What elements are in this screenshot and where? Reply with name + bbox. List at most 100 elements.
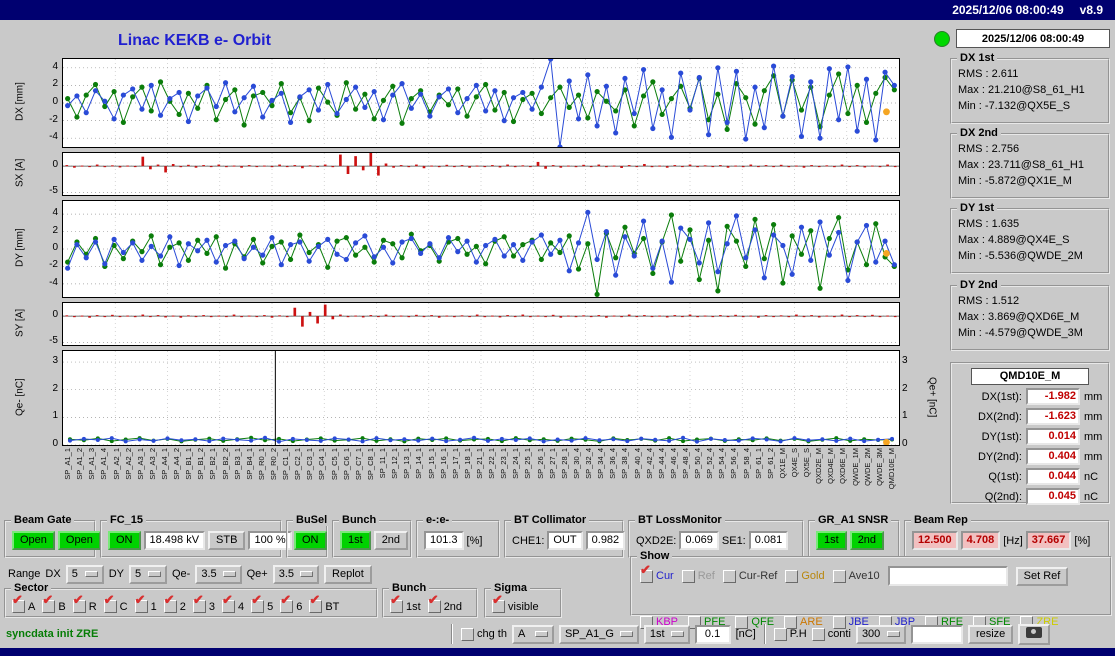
titlebar: 2025/12/06 08:00:49 v8.9 — [0, 0, 1115, 20]
bpm-label: SP_A2_1 — [113, 448, 121, 480]
check-icon: ✔ — [492, 593, 503, 606]
qe-minus-axis-ticks: 3210 — [34, 350, 60, 444]
gr-a1-1st-button[interactable]: 1st — [816, 531, 847, 550]
set-ref-button[interactable]: Set Ref — [1016, 567, 1069, 586]
che1-status-display: OUT — [547, 531, 582, 550]
sector-3-checkbox[interactable]: ✔ — [193, 600, 206, 613]
sector-c: ✔C — [104, 600, 128, 613]
bpm-label: SP_A1_4 — [100, 448, 108, 480]
bpm-label: SP_C8_1 — [367, 448, 375, 480]
bpm-row-dy2: DY(2nd): 0.404 mm — [956, 448, 1104, 465]
sector-6-checkbox[interactable]: ✔ — [280, 600, 293, 613]
show-cur: ✔Cur — [640, 570, 674, 583]
sector-4-checkbox[interactable]: ✔ — [222, 600, 235, 613]
fc15-stb-button[interactable]: STB — [208, 531, 245, 550]
sector-r-checkbox[interactable]: ✔ — [73, 600, 86, 613]
conti-checkbox[interactable] — [812, 628, 825, 641]
show-ref-checkbox[interactable] — [682, 570, 695, 583]
bpm-label: QWDE_1M — [852, 448, 860, 486]
bunch-2nd-button[interactable]: 2nd — [374, 531, 408, 550]
ref-name-input[interactable] — [888, 566, 1008, 586]
dx-2nd-max: Max : 23.711@S8_61_H1 — [958, 157, 1105, 173]
check-icon: ✔ — [309, 593, 320, 606]
fc15-on-button[interactable]: ON — [108, 531, 141, 550]
bpm-label: SP_12_1 — [391, 448, 399, 479]
bunch-1st-button[interactable]: 1st — [340, 531, 371, 550]
bpm-dy1-value: 0.014 — [1026, 428, 1080, 445]
ph-checkbox[interactable] — [774, 628, 787, 641]
sector-bt-checkbox[interactable]: ✔ — [309, 600, 322, 613]
che1-value-display: 0.982 — [586, 531, 626, 550]
ee-ratio-display: 101.3 — [424, 531, 464, 550]
sector-b-checkbox[interactable]: ✔ — [42, 600, 55, 613]
resize-button[interactable]: resize — [968, 625, 1013, 644]
gr-a1-2nd-button[interactable]: 2nd — [850, 531, 884, 550]
bpm-label: SP_R0_1 — [258, 448, 266, 480]
bpm-q1-value: 0.044 — [1026, 468, 1080, 485]
charge-plot[interactable] — [62, 350, 900, 446]
dx-1st-rms: RMS : 2.611 — [958, 66, 1105, 82]
show-cur-ref-checkbox[interactable] — [723, 570, 736, 583]
beam-rep-value-1: 12.500 — [912, 531, 958, 550]
plot-sy-canvas — [63, 303, 899, 345]
sector-2-checkbox[interactable]: ✔ — [164, 600, 177, 613]
page-title: Linac KEKB e- Orbit — [118, 32, 271, 50]
sector-select[interactable]: A — [512, 625, 554, 644]
bpm-label: SP_A1_1 — [64, 448, 72, 480]
bunch-select[interactable]: 1st — [644, 625, 690, 644]
dy-orbit-plot[interactable] — [62, 200, 900, 298]
screenshot-button[interactable] — [1018, 624, 1050, 645]
conti-label: conti — [828, 628, 851, 640]
orbit-monitor-window: 2025/12/06 08:00:49 v8.9 Linac KEKB e- O… — [0, 0, 1115, 656]
bpm-label: SP_13_1 — [403, 448, 411, 479]
show-gold-label: Gold — [801, 570, 824, 582]
interval-select[interactable]: 300 — [856, 625, 906, 644]
sx-steering-plot[interactable] — [62, 152, 900, 196]
bpm-label: SP_C3_1 — [306, 448, 314, 480]
dropdown-handle-icon — [535, 631, 548, 637]
check-icon: ✔ — [390, 593, 401, 606]
sy-steering-plot[interactable] — [62, 302, 900, 346]
busel-on-button[interactable]: ON — [294, 531, 327, 550]
range-dx-select[interactable]: 5 — [66, 565, 104, 584]
bunch-filter-1st-checkbox[interactable]: ✔ — [390, 600, 403, 613]
check-icon: ✔ — [42, 593, 53, 606]
bpm-label: SP_42_4 — [646, 448, 654, 479]
show-ave10-checkbox[interactable] — [833, 570, 846, 583]
check-icon: ✔ — [73, 593, 84, 606]
timestamp-box: 2025/12/06 08:00:49 — [956, 29, 1110, 48]
bpm-label: SP_B2_1 — [209, 448, 217, 480]
sector-a-checkbox[interactable]: ✔ — [12, 600, 25, 613]
replot-button[interactable]: Replot — [324, 565, 372, 584]
show-gold-checkbox[interactable] — [785, 570, 798, 583]
beam-gate-open-button-2[interactable]: Open — [58, 531, 101, 550]
range-dy-select[interactable]: 5 — [129, 565, 167, 584]
bunch-filter-2nd-checkbox[interactable]: ✔ — [428, 600, 441, 613]
bpm-label: SP_C1_1 — [282, 448, 290, 480]
sigma-visible-checkbox[interactable]: ✔ — [492, 600, 505, 613]
chg-th-checkbox[interactable] — [461, 628, 474, 641]
sector-5-checkbox[interactable]: ✔ — [251, 600, 264, 613]
show-cur-checkbox[interactable]: ✔ — [640, 570, 653, 583]
sector-2-label: 2 — [180, 601, 186, 613]
range-qem-select[interactable]: 3.5 — [195, 565, 241, 584]
se1-label: SE1: — [722, 535, 746, 547]
sector-bt-label: BT — [325, 601, 339, 613]
selected-bpm-name: QMD10E_M — [971, 368, 1089, 385]
separator — [764, 624, 766, 644]
sector-1-checkbox[interactable]: ✔ — [135, 600, 148, 613]
dy-1st-max: Max : 4.889@QX4E_S — [958, 232, 1105, 248]
dx-axis-ticks: 420-2-4 — [34, 58, 60, 146]
sy-axis-ticks: 0-5 — [34, 302, 60, 344]
bpm-label: SP_40_4 — [634, 448, 642, 479]
sector-b-label: B — [58, 601, 65, 613]
dy-2nd-min: Min : -4.579@QWDE_3M — [958, 325, 1105, 341]
sector-c-checkbox[interactable]: ✔ — [104, 600, 117, 613]
tick-label: -4 — [32, 277, 58, 289]
se1-display: 0.081 — [749, 531, 789, 550]
dx-orbit-plot[interactable] — [62, 58, 900, 148]
bpm-select[interactable]: SP_A1_G — [559, 625, 639, 644]
range-qep-select[interactable]: 3.5 — [273, 565, 319, 584]
beam-gate-open-button-1[interactable]: Open — [12, 531, 55, 550]
bpm-label: SP_11_1 — [379, 448, 387, 478]
